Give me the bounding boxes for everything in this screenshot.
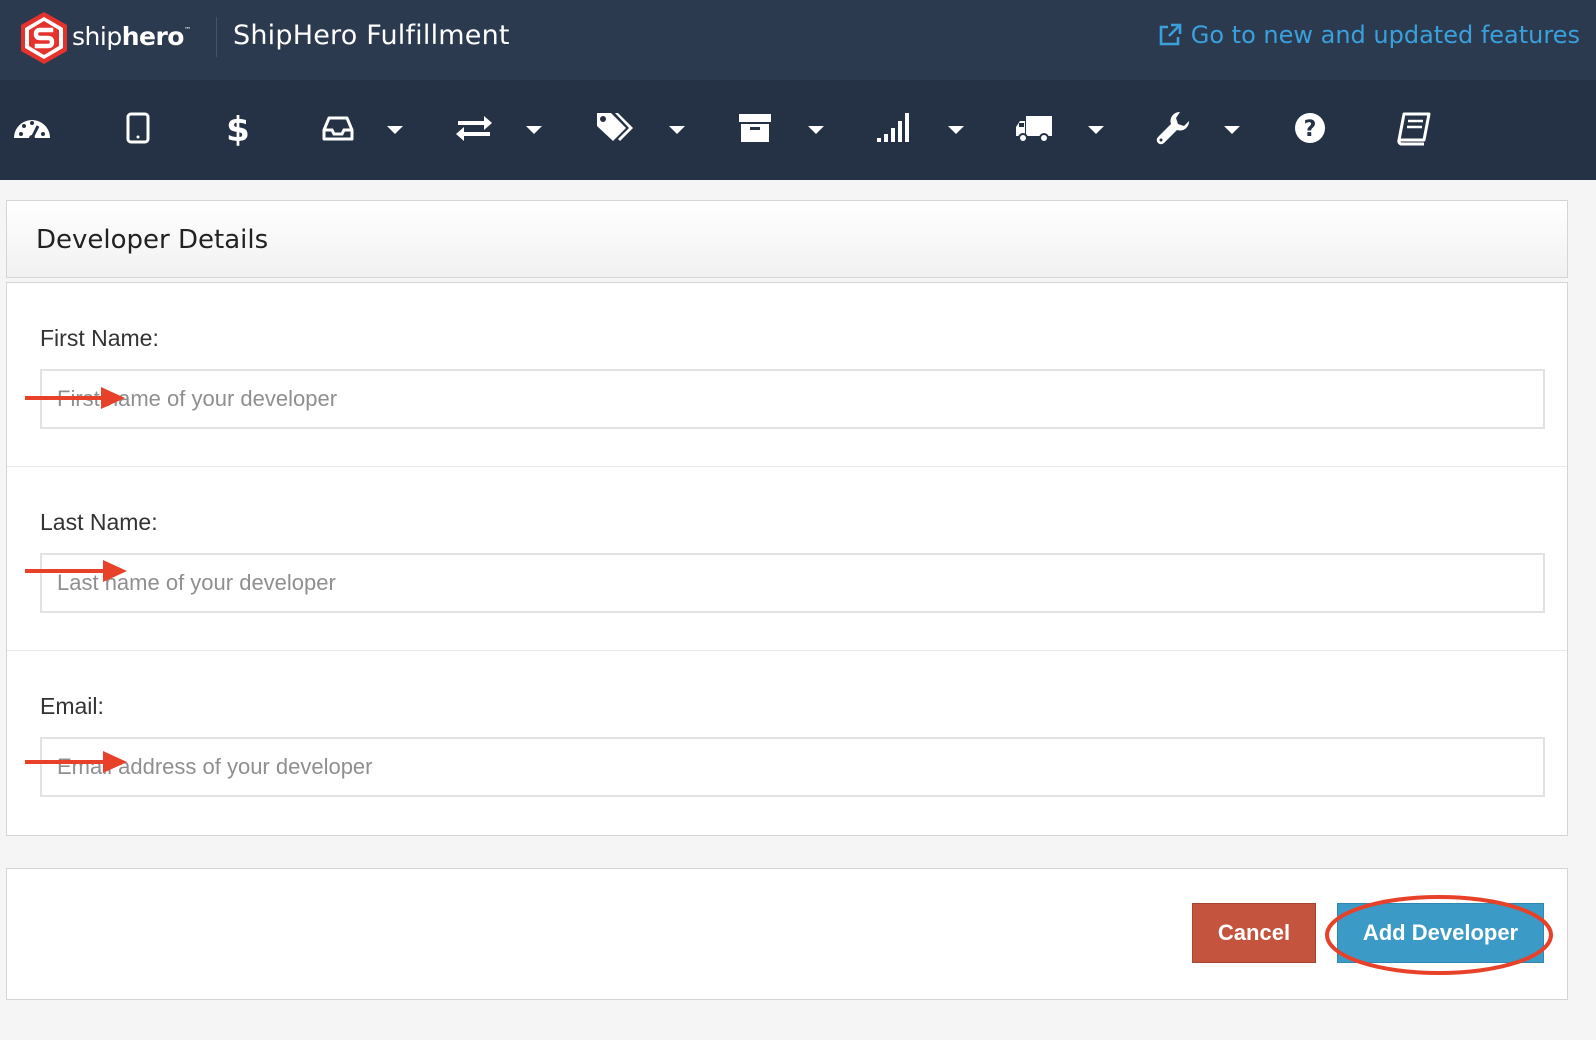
cancel-button[interactable]: Cancel [1192,903,1316,963]
nav-tags-dropdown[interactable] [669,126,685,134]
signal-icon [877,113,909,142]
tablet-icon [126,112,150,144]
nav-settings-dropdown[interactable] [1224,126,1240,134]
last-name-group: Last Name: [7,467,1567,651]
add-developer-button[interactable]: Add Developer [1337,903,1544,963]
svg-text:?: ? [1304,117,1317,142]
nav-shipping[interactable] [1014,108,1054,148]
tags-icon [597,113,633,141]
developer-details-panel-header: Developer Details [6,200,1568,278]
truck-icon [1016,116,1052,143]
wrench-icon [1156,111,1190,145]
external-link-icon [1159,23,1182,46]
email-group: Email: [7,651,1567,835]
form-actions: Cancel Add Developer [6,868,1568,1000]
nav-tags[interactable] [594,108,634,148]
main-nav: $ ? [0,80,1596,180]
first-name-label: First Name: [40,325,159,351]
nav-billing[interactable]: $ [218,108,258,150]
nav-dashboard[interactable] [12,108,52,148]
nav-mobile[interactable] [118,108,158,148]
email-label: Email: [40,693,104,719]
top-header: shiphero™ ShipHero Fulfillment Go to new… [0,0,1596,80]
nav-archive[interactable] [735,108,775,148]
nav-reports[interactable] [874,108,914,148]
nav-reports-dropdown[interactable] [948,126,964,134]
shiphero-logo-icon[interactable] [18,10,70,66]
new-features-link[interactable]: Go to new and updated features [1157,21,1580,49]
exchange-icon [456,116,492,141]
nav-docs[interactable] [1394,108,1434,148]
brand-suffix: hero [121,22,185,51]
nav-inbox-dropdown[interactable] [387,126,403,134]
question-circle-icon: ? [1295,113,1325,143]
brand-wordmark[interactable]: shiphero™ [72,22,191,51]
dashboard-icon [14,120,50,141]
nav-shipping-dropdown[interactable] [1088,126,1104,134]
nav-transfers-dropdown[interactable] [526,126,542,134]
first-name-input[interactable] [40,369,1545,429]
nav-help[interactable]: ? [1290,108,1330,148]
nav-archive-dropdown[interactable] [808,126,824,134]
new-features-label: Go to new and updated features [1190,21,1580,49]
panel-title: Developer Details [36,225,269,255]
developer-form: First Name: Last Name: Email: [6,282,1568,836]
archive-icon [739,114,771,142]
last-name-input[interactable] [40,553,1545,613]
app-title: ShipHero Fulfillment [233,20,510,51]
brand-tm: ™ [183,26,191,34]
first-name-group: First Name: [7,283,1567,467]
nav-transfers[interactable] [454,108,494,148]
nav-inbox[interactable] [318,108,358,148]
header-divider [216,17,217,57]
nav-settings[interactable] [1154,108,1194,148]
book-icon [1397,112,1431,146]
dollar-icon: $ [226,110,250,150]
last-name-label: Last Name: [40,509,158,535]
inbox-icon [322,116,354,141]
email-input[interactable] [40,737,1545,797]
brand-prefix: ship [72,22,122,51]
svg-text:$: $ [226,110,250,148]
